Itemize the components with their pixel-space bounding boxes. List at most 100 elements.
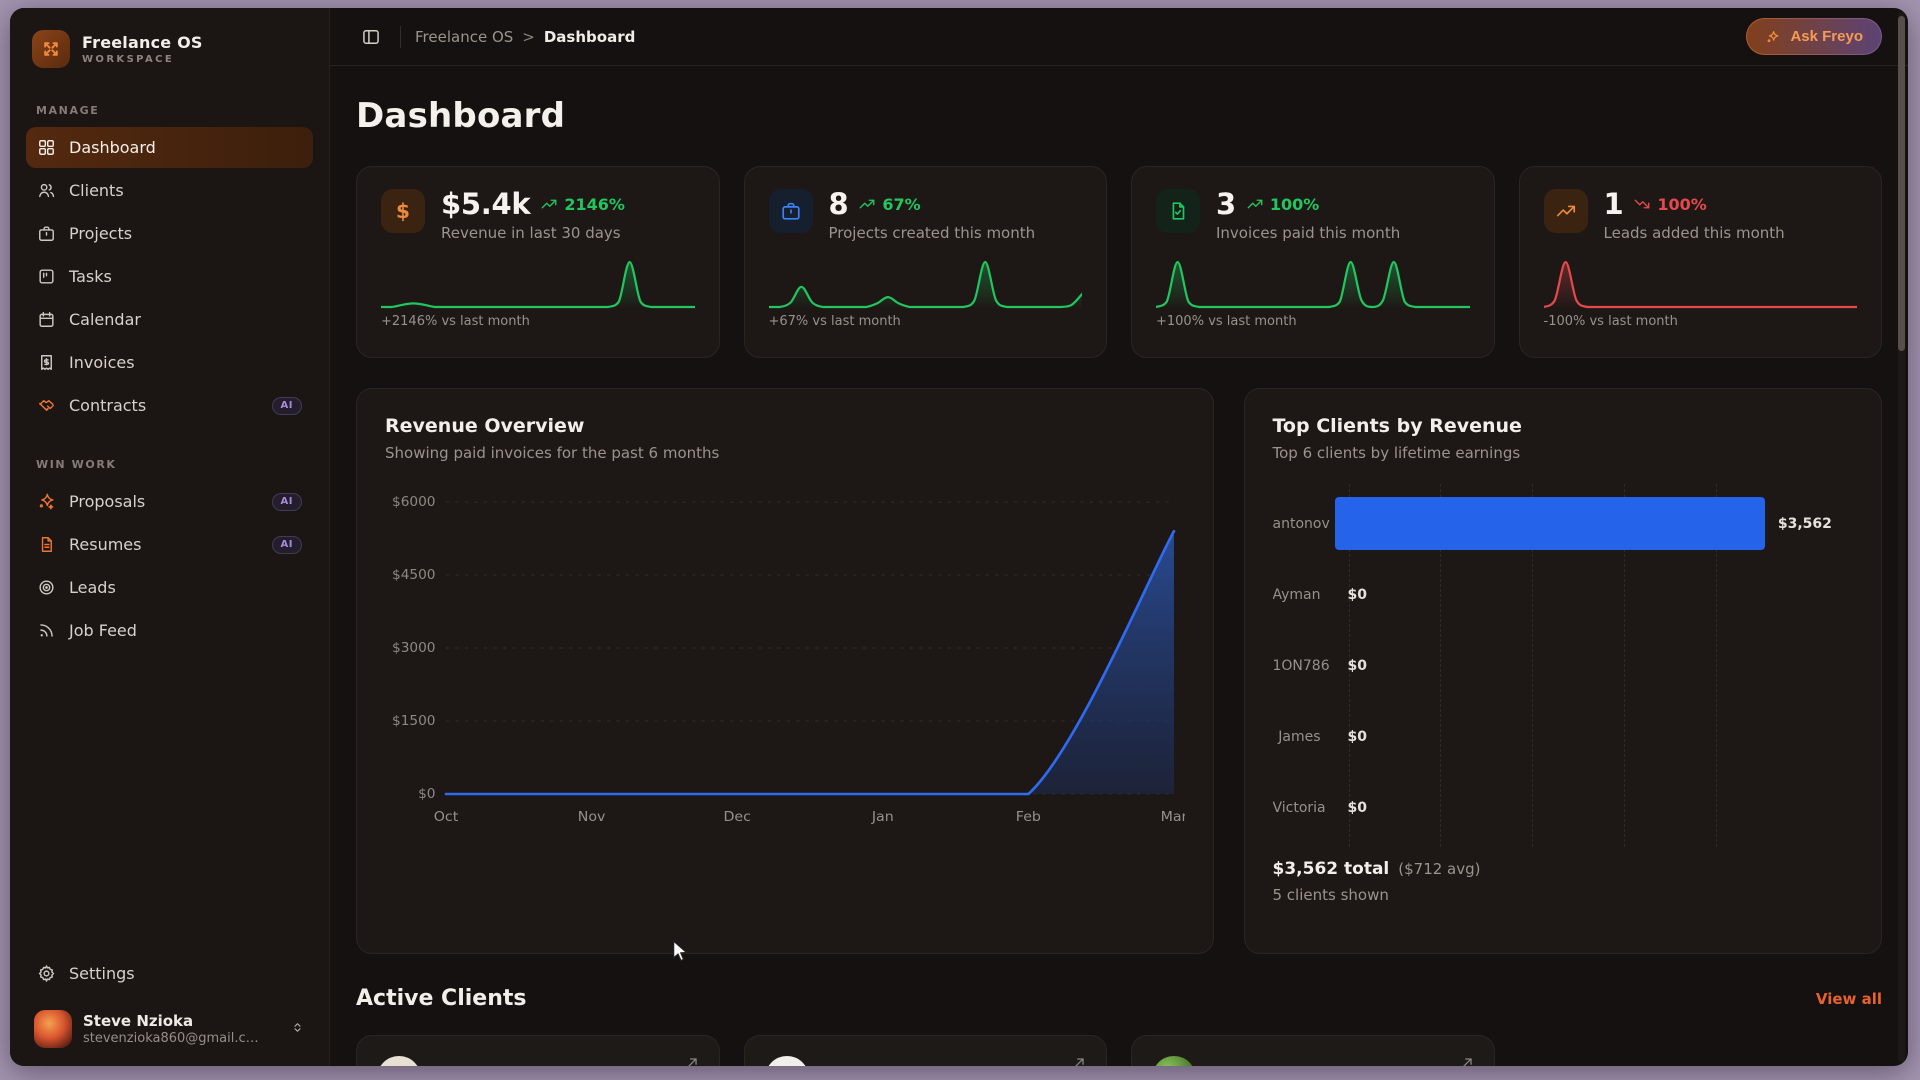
trend-badge: 67% (858, 195, 920, 214)
sparkline-chart (1544, 256, 1858, 310)
sidebar-item-label: Tasks (69, 267, 112, 286)
client-label: 1ON786 (1273, 658, 1335, 674)
stat-footer: -100% vs last month (1544, 314, 1858, 329)
sidebar-item-calendar[interactable]: Calendar (26, 299, 313, 340)
stat-card-revenue: $ $5.4k 2146% Revenue in last 30 days (356, 166, 720, 358)
sidebar-item-job-feed[interactable]: Job Feed (26, 610, 313, 651)
sidebar-item-contracts[interactable]: Contracts AI (26, 385, 313, 426)
sidebar-item-proposals[interactable]: Proposals AI (26, 481, 313, 522)
svg-text:Feb: Feb (1016, 809, 1041, 825)
trend-badge: 100% (1246, 195, 1319, 214)
stat-caption: Projects created this month (829, 224, 1036, 242)
client-avatar (1152, 1056, 1196, 1066)
sidebar-item-tasks[interactable]: Tasks (26, 256, 313, 297)
client-card-antonov[interactable]: antonov and patners (356, 1035, 720, 1066)
client-bar-row: Victoria $0 (1273, 772, 1854, 843)
client-bar-row: Ayman $0 (1273, 559, 1854, 630)
briefcase-icon (37, 224, 56, 243)
scrollbar-thumb[interactable] (1898, 16, 1905, 351)
stat-footer: +100% vs last month (1156, 314, 1470, 329)
sidebar-item-label: Dashboard (69, 138, 156, 157)
ai-badge: AI (272, 493, 302, 511)
client-value: $0 (1348, 587, 1367, 603)
top-bar: Freelance OS > Dashboard Ask Freyo (330, 8, 1908, 66)
revenue-overview-card: Revenue Overview Showing paid invoices f… (356, 388, 1214, 954)
app-window: Freelance OS WORKSPACE MANAGE Dashboard … (10, 8, 1908, 1066)
client-card-james[interactable]: James Mwangi (744, 1035, 1108, 1066)
breadcrumb-root[interactable]: Freelance OS (415, 28, 513, 46)
sparkle-icon (1765, 29, 1781, 45)
breadcrumb-current: Dashboard (544, 28, 635, 46)
sidebar-item-settings[interactable]: Settings (26, 953, 313, 994)
ai-badge: AI (272, 397, 302, 415)
kanban-icon (37, 267, 56, 286)
sidebar-item-clients[interactable]: Clients (26, 170, 313, 211)
client-avatar (377, 1056, 421, 1066)
top-clients-footer: $3,562 total ($712 avg) 5 clients shown (1273, 859, 1854, 904)
gear-icon (37, 964, 56, 983)
trend-badge: 2146% (540, 195, 625, 214)
divider (400, 26, 401, 48)
handshake-icon (37, 396, 56, 415)
external-link-icon[interactable] (684, 1054, 701, 1066)
external-link-icon[interactable] (1459, 1054, 1476, 1066)
chevrons-up-down-icon (290, 1020, 305, 1039)
section-label-manage: MANAGE (36, 104, 303, 117)
stat-value: 8 (829, 189, 849, 219)
top-clients-bar-chart: antonov $3,562 Ayman $0 1ON786 $0 Jame (1273, 488, 1854, 843)
svg-text:Nov: Nov (578, 809, 606, 825)
svg-text:$0: $0 (418, 787, 435, 802)
avatar (34, 1010, 72, 1048)
stat-caption: Invoices paid this month (1216, 224, 1400, 242)
stat-card-projects: 8 67% Projects created this month (744, 166, 1108, 358)
svg-text:$1500: $1500 (392, 714, 435, 729)
view-all-link[interactable]: View all (1816, 990, 1882, 1008)
client-value: $0 (1348, 658, 1367, 674)
page-title: Dashboard (356, 96, 1882, 136)
trending-up-icon (1544, 189, 1588, 233)
rss-icon (37, 621, 56, 640)
sidebar-item-leads[interactable]: Leads (26, 567, 313, 608)
client-label: Ayman (1273, 587, 1335, 603)
external-link-icon[interactable] (1071, 1054, 1088, 1066)
stat-card-invoices: 3 100% Invoices paid this month (1131, 166, 1495, 358)
briefcase-icon (769, 189, 813, 233)
sidebar-item-invoices[interactable]: Invoices (26, 342, 313, 383)
file-check-icon (1156, 189, 1200, 233)
sidebar-item-projects[interactable]: Projects (26, 213, 313, 254)
svg-text:$4500: $4500 (392, 568, 435, 583)
sidebar-item-dashboard[interactable]: Dashboard (26, 127, 313, 168)
dollar-icon: $ (381, 189, 425, 233)
chart-subtitle: Showing paid invoices for the past 6 mon… (385, 444, 1185, 462)
breadcrumb: Freelance OS > Dashboard (415, 28, 635, 46)
trending-down-icon (1633, 195, 1651, 213)
stat-caption: Revenue in last 30 days (441, 224, 625, 242)
breadcrumb-separator: > (522, 28, 535, 46)
svg-text:$6000: $6000 (392, 495, 435, 510)
stat-card-leads: 1 100% Leads added this month (1519, 166, 1883, 358)
sparkles-icon (37, 492, 56, 511)
stat-footer: +2146% vs last month (381, 314, 695, 329)
stat-value: 3 (1216, 189, 1236, 219)
sidebar-item-label: Resumes (69, 535, 141, 554)
client-bar-row: 1ON786 $0 (1273, 630, 1854, 701)
sidebar-item-label: Calendar (69, 310, 141, 329)
user-email: stevenzioka860@gmail.c… (83, 1031, 259, 1046)
sidebar-toggle-button[interactable] (356, 22, 386, 52)
sidebar-item-resumes[interactable]: Resumes AI (26, 524, 313, 565)
svg-text:Jan: Jan (871, 809, 894, 825)
workspace-logo: Freelance OS WORKSPACE (26, 30, 313, 68)
client-value: $0 (1348, 729, 1367, 745)
stat-caption: Leads added this month (1604, 224, 1785, 242)
client-card-ayman[interactable]: Ayman (1131, 1035, 1495, 1066)
ask-freyo-button[interactable]: Ask Freyo (1746, 18, 1882, 55)
sidebar: Freelance OS WORKSPACE MANAGE Dashboard … (10, 8, 330, 1066)
sparkline-chart (1156, 256, 1470, 310)
sidebar-item-label: Settings (69, 964, 135, 983)
user-profile[interactable]: Steve Nzioka stevenzioka860@gmail.c… (26, 1004, 313, 1050)
client-label: Victoria (1273, 800, 1335, 816)
client-bar (1335, 497, 1765, 550)
client-label: antonov (1273, 516, 1335, 532)
sidebar-item-label: Leads (69, 578, 116, 597)
file-text-icon (37, 535, 56, 554)
